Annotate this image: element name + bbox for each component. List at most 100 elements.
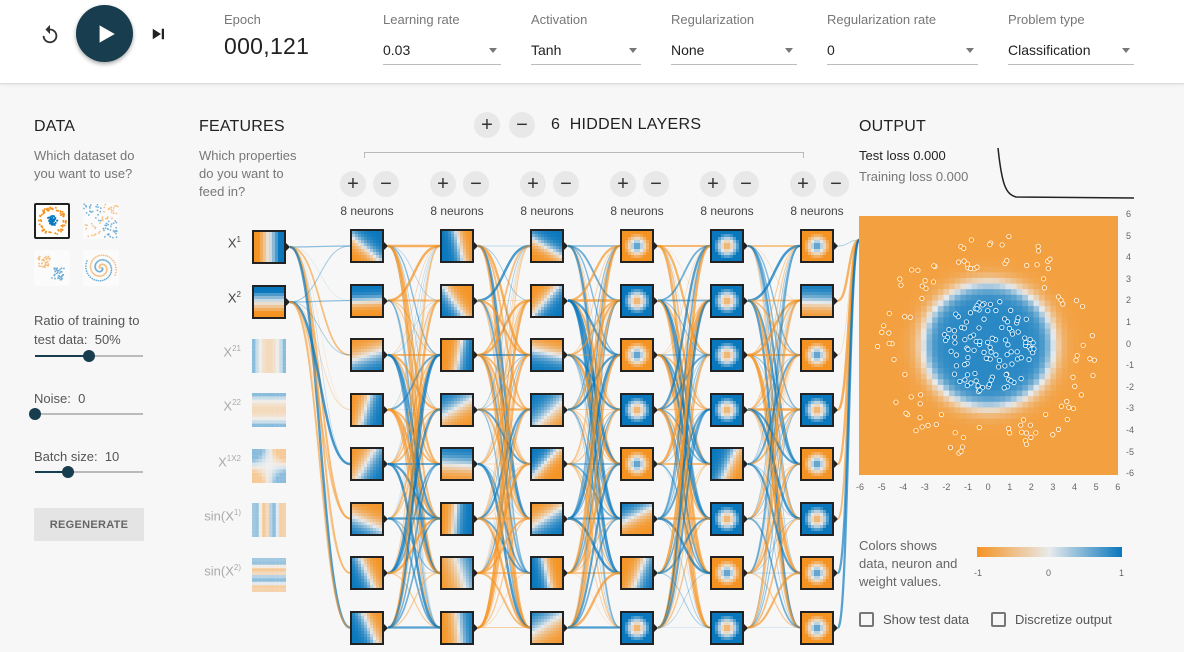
neuron[interactable] bbox=[530, 283, 568, 318]
dataset-spiral[interactable] bbox=[83, 250, 119, 286]
neuron[interactable] bbox=[530, 392, 568, 427]
feature-toggle[interactable] bbox=[252, 503, 286, 537]
neuron[interactable] bbox=[350, 556, 388, 590]
reset-button[interactable] bbox=[37, 22, 63, 48]
neuron[interactable] bbox=[350, 501, 388, 536]
neuron[interactable] bbox=[710, 283, 748, 318]
neuron[interactable] bbox=[710, 501, 748, 536]
y-tick-label: 2 bbox=[1126, 295, 1132, 306]
output-arrow-icon bbox=[743, 568, 748, 578]
color-legend-bar bbox=[977, 547, 1122, 557]
neuron[interactable] bbox=[440, 501, 478, 536]
noise-slider[interactable] bbox=[29, 408, 143, 420]
neuron[interactable] bbox=[800, 229, 838, 263]
add-neuron-button[interactable]: + bbox=[790, 171, 816, 197]
neuron[interactable] bbox=[800, 501, 838, 536]
activation-select[interactable]: Tanh bbox=[531, 40, 641, 65]
step-button[interactable] bbox=[146, 22, 170, 46]
neuron[interactable] bbox=[530, 338, 568, 372]
neuron[interactable] bbox=[800, 610, 838, 645]
neuron[interactable] bbox=[350, 229, 388, 263]
neuron[interactable] bbox=[620, 447, 658, 481]
regularization-select[interactable]: None bbox=[671, 40, 797, 65]
neuron[interactable] bbox=[350, 447, 388, 481]
neuron[interactable] bbox=[350, 283, 388, 318]
play-button[interactable] bbox=[76, 5, 133, 62]
neuron[interactable] bbox=[530, 501, 568, 536]
neuron[interactable] bbox=[710, 338, 748, 372]
batch-slider[interactable] bbox=[35, 466, 143, 478]
output-arrow-icon bbox=[653, 404, 658, 415]
neuron[interactable] bbox=[620, 392, 658, 427]
neuron[interactable] bbox=[800, 338, 838, 372]
feature-toggle[interactable] bbox=[252, 230, 290, 264]
neuron[interactable] bbox=[530, 447, 568, 481]
neuron[interactable] bbox=[620, 283, 658, 318]
dataset-xor[interactable] bbox=[83, 203, 119, 239]
neuron[interactable] bbox=[620, 338, 658, 372]
neuron[interactable] bbox=[440, 447, 478, 481]
show-test-data-checkbox[interactable]: Show test data bbox=[859, 612, 969, 627]
slider-knob[interactable] bbox=[62, 466, 75, 478]
neuron[interactable] bbox=[350, 338, 388, 372]
feature-toggle[interactable] bbox=[252, 558, 286, 592]
add-neuron-button[interactable]: + bbox=[520, 171, 546, 197]
remove-neuron-button[interactable]: − bbox=[373, 171, 399, 197]
neuron[interactable] bbox=[800, 556, 838, 590]
neuron[interactable] bbox=[350, 392, 388, 427]
neuron[interactable] bbox=[710, 229, 748, 263]
layer-count: 6 bbox=[551, 116, 561, 133]
remove-neuron-button[interactable]: − bbox=[823, 171, 849, 197]
dataset-gaussian[interactable] bbox=[34, 250, 70, 286]
remove-neuron-button[interactable]: − bbox=[553, 171, 579, 197]
add-neuron-button[interactable]: + bbox=[340, 171, 366, 197]
dataset-circle[interactable] bbox=[34, 203, 70, 239]
feature-label-base: sin(X bbox=[204, 563, 234, 579]
ratio-slider[interactable] bbox=[35, 350, 143, 362]
neuron[interactable] bbox=[800, 392, 838, 427]
ratio-value: 50% bbox=[94, 332, 121, 347]
neuron[interactable] bbox=[710, 447, 748, 481]
neuron[interactable] bbox=[440, 610, 478, 645]
discretize-output-checkbox[interactable]: Discretize output bbox=[991, 612, 1112, 627]
neuron[interactable] bbox=[620, 501, 658, 536]
neuron[interactable] bbox=[620, 556, 658, 590]
neuron[interactable] bbox=[440, 338, 478, 372]
remove-neuron-button[interactable]: − bbox=[463, 171, 489, 197]
neuron[interactable] bbox=[620, 610, 658, 645]
regenerate-button[interactable]: REGENERATE bbox=[34, 508, 144, 541]
feature-toggle[interactable] bbox=[252, 339, 286, 373]
remove-neuron-button[interactable]: − bbox=[643, 171, 669, 197]
remove-layer-button[interactable]: − bbox=[509, 112, 535, 138]
neuron[interactable] bbox=[440, 283, 478, 318]
neuron[interactable] bbox=[710, 392, 748, 427]
feature-toggle[interactable] bbox=[252, 285, 290, 319]
feature-toggle[interactable] bbox=[252, 449, 286, 483]
neuron[interactable] bbox=[440, 556, 478, 590]
add-layer-button[interactable]: + bbox=[474, 112, 500, 138]
add-neuron-button[interactable]: + bbox=[430, 171, 456, 197]
neuron[interactable] bbox=[350, 610, 388, 645]
neuron[interactable] bbox=[530, 229, 568, 263]
add-neuron-button[interactable]: + bbox=[700, 171, 726, 197]
neuron[interactable] bbox=[710, 556, 748, 590]
feature-label-base: X bbox=[218, 454, 227, 470]
neuron[interactable] bbox=[530, 556, 568, 590]
neuron[interactable] bbox=[440, 229, 478, 263]
neuron-heatmap bbox=[352, 340, 382, 370]
neuron[interactable] bbox=[800, 447, 838, 481]
neuron[interactable] bbox=[620, 229, 658, 263]
feature-toggle[interactable] bbox=[252, 393, 286, 427]
output-arrow-icon bbox=[833, 295, 838, 306]
slider-knob[interactable] bbox=[29, 408, 41, 420]
slider-knob[interactable] bbox=[83, 350, 95, 362]
regularization-rate-select[interactable]: 0 bbox=[827, 40, 978, 65]
neuron[interactable] bbox=[440, 392, 478, 427]
learning-rate-select[interactable]: 0.03 bbox=[383, 40, 501, 65]
neuron[interactable] bbox=[530, 610, 568, 645]
remove-neuron-button[interactable]: − bbox=[733, 171, 759, 197]
neuron[interactable] bbox=[800, 283, 838, 318]
add-neuron-button[interactable]: + bbox=[610, 171, 636, 197]
problem-type-select[interactable]: Classification bbox=[1008, 40, 1134, 65]
neuron[interactable] bbox=[710, 610, 748, 645]
